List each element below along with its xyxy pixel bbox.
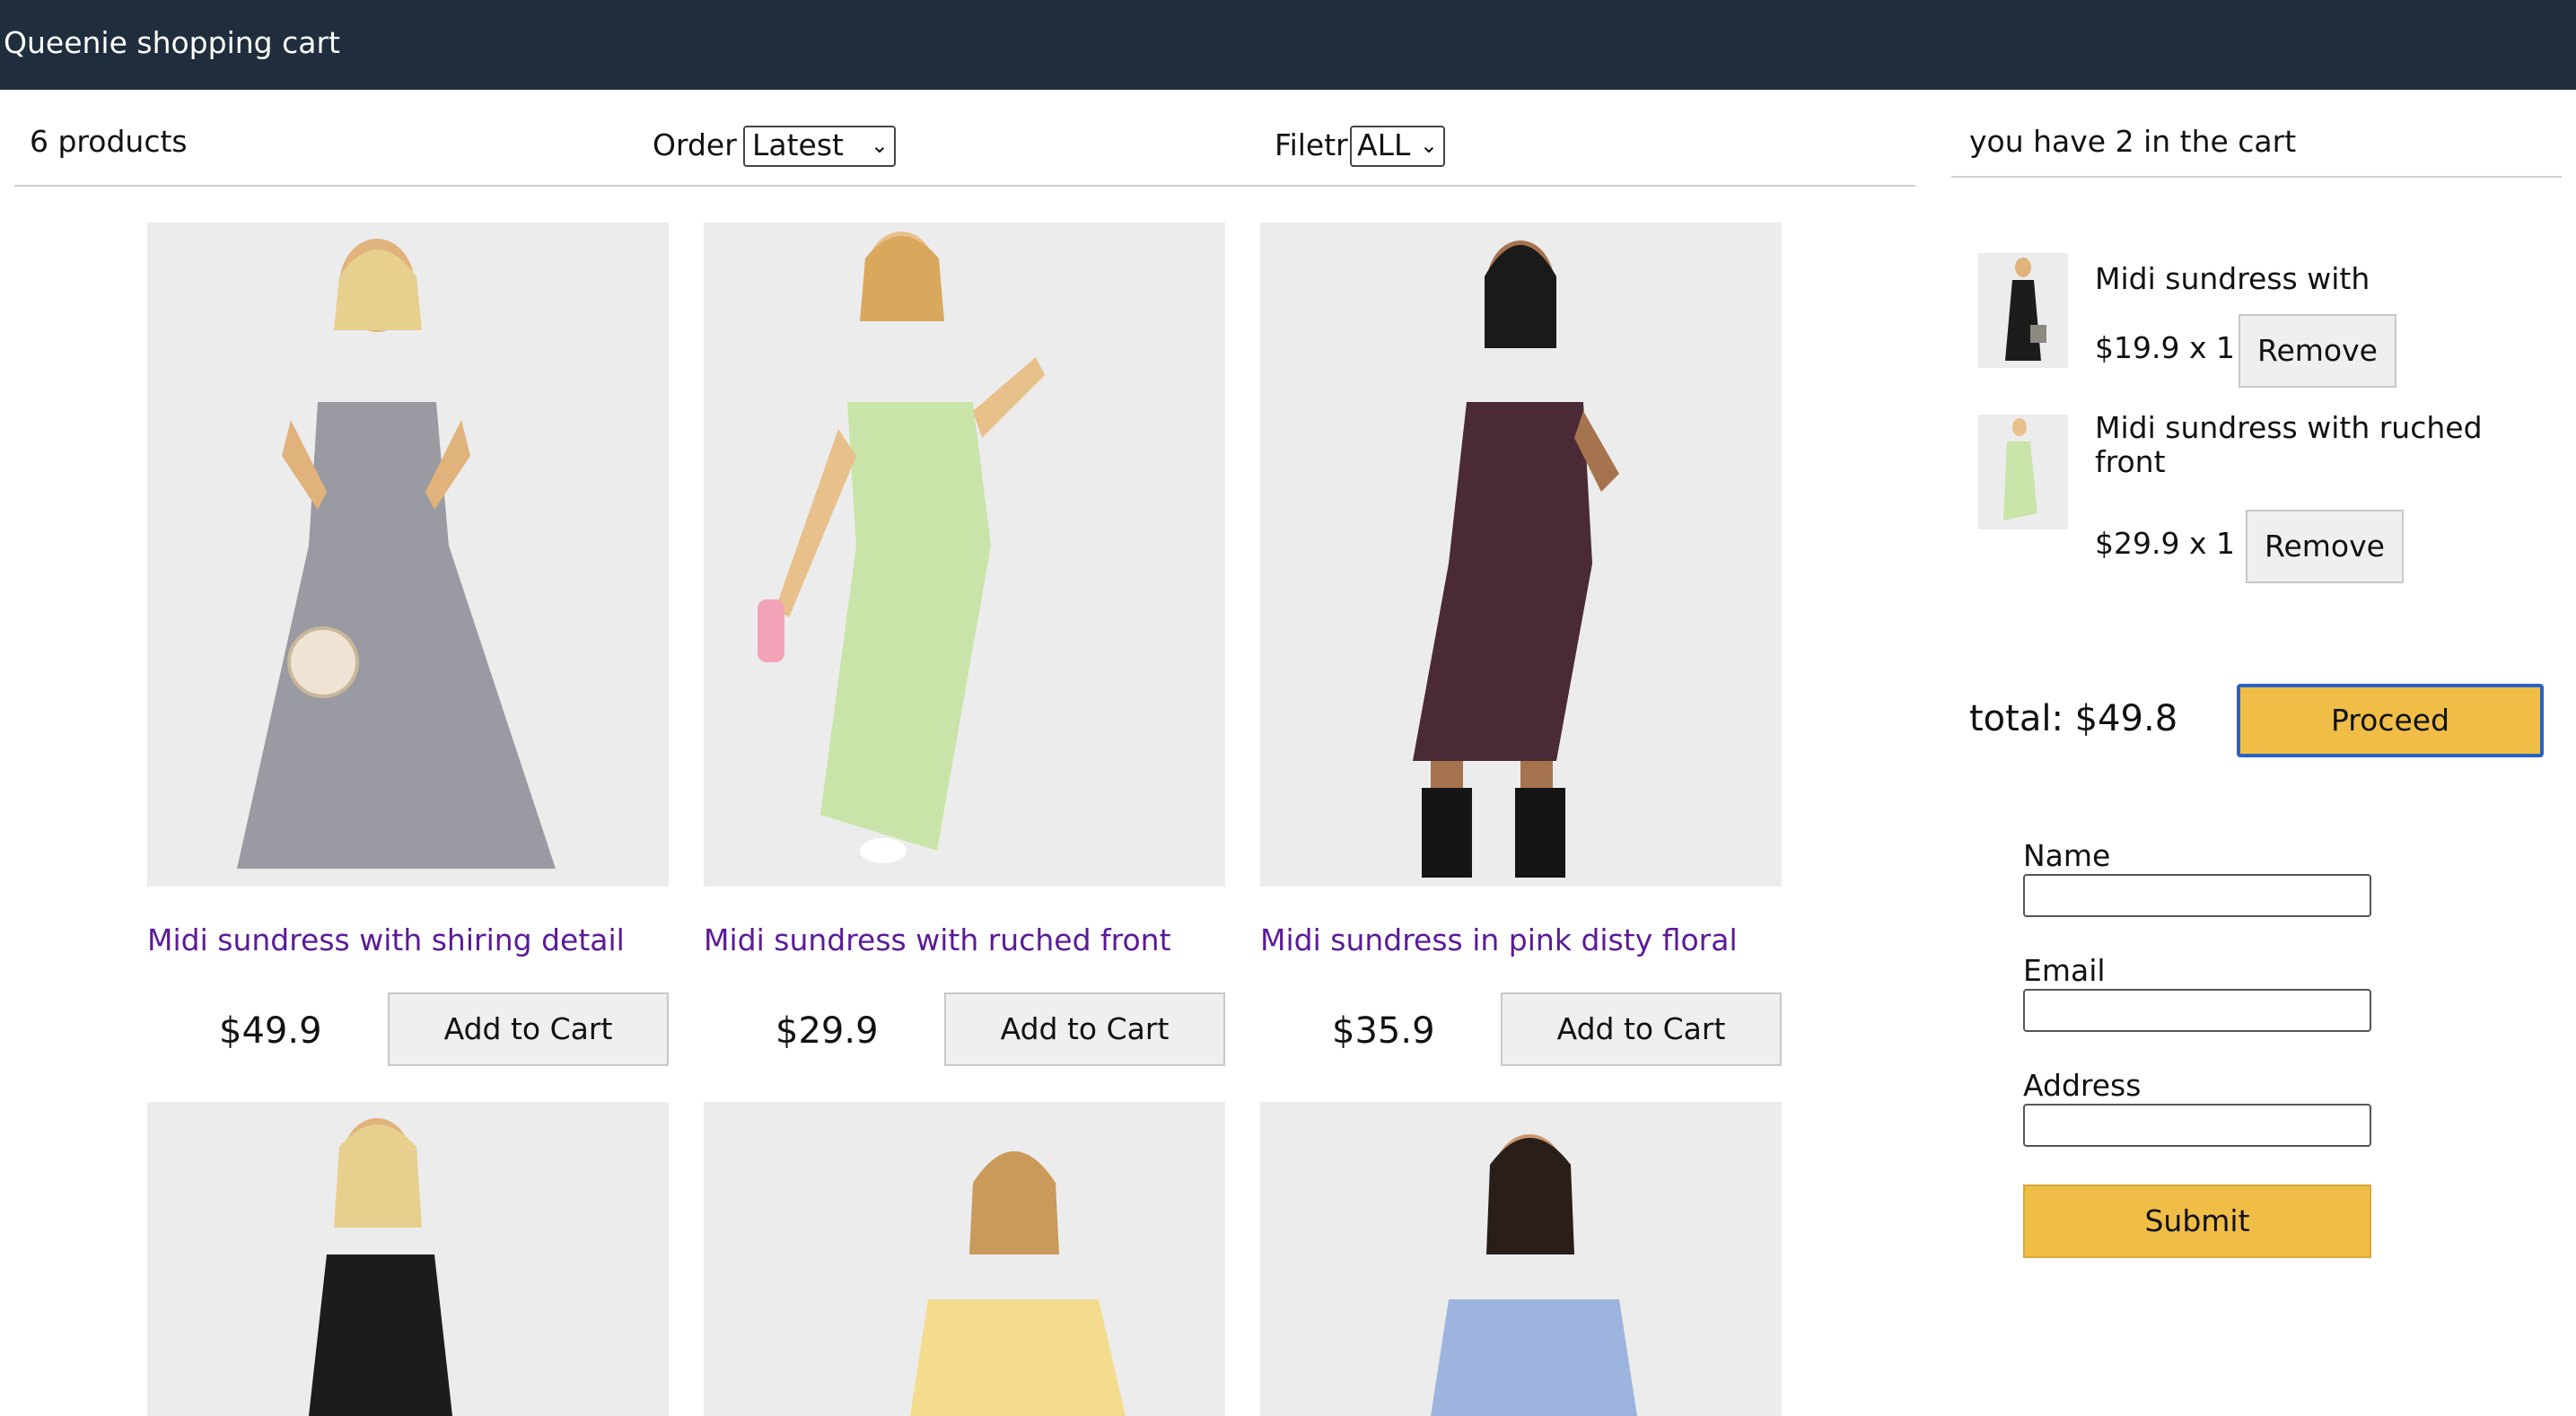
order-selected-value: Latest bbox=[752, 127, 844, 162]
app-title[interactable]: Queenie shopping cart bbox=[4, 25, 340, 60]
remove-button[interactable]: Remove bbox=[2246, 510, 2404, 583]
proceed-button[interactable]: Proceed bbox=[2237, 684, 2544, 757]
product-price: $29.9 bbox=[775, 1010, 879, 1052]
dress-shape bbox=[309, 1254, 452, 1416]
cart-header: you have 2 in the cart bbox=[1951, 108, 2562, 178]
filter-label: Filetr bbox=[1275, 127, 1348, 162]
submit-button[interactable]: Submit bbox=[2023, 1184, 2371, 1258]
name-label: Name bbox=[2023, 838, 2111, 873]
product-price: $35.9 bbox=[1332, 1010, 1435, 1052]
cart-item-name: Midi sundress with ruched front bbox=[2095, 410, 2483, 479]
cart-item-name: Midi sundress with bbox=[2095, 261, 2370, 296]
filter-select[interactable]: ALL ⌄ bbox=[1350, 126, 1445, 167]
dress-shape bbox=[1431, 1299, 1637, 1416]
dress-shape bbox=[910, 1299, 1126, 1416]
cart-item-image bbox=[1978, 415, 2068, 529]
order-select[interactable]: Latest ⌄ bbox=[743, 126, 896, 167]
product-image[interactable] bbox=[1260, 1102, 1782, 1416]
chevron-down-icon: ⌄ bbox=[870, 133, 889, 158]
name-input[interactable] bbox=[2023, 874, 2371, 917]
add-to-cart-button[interactable]: Add to Cart bbox=[388, 992, 669, 1066]
product-image[interactable] bbox=[147, 1102, 669, 1416]
remove-button[interactable]: Remove bbox=[2239, 314, 2396, 388]
add-to-cart-button[interactable]: Add to Cart bbox=[944, 992, 1225, 1066]
product-image[interactable] bbox=[147, 223, 669, 887]
add-to-cart-button[interactable]: Add to Cart bbox=[1501, 992, 1782, 1066]
cart-summary: you have 2 in the cart bbox=[1969, 124, 2297, 159]
products-toolbar: 6 products Order Latest ⌄ Filetr ALL ⌄ bbox=[14, 108, 1915, 187]
product-image[interactable] bbox=[1260, 223, 1782, 887]
email-label: Email bbox=[2023, 953, 2106, 988]
cart-item-image bbox=[1978, 253, 2068, 368]
product-name[interactable]: Midi sundress with ruched front bbox=[704, 922, 1171, 957]
email-input[interactable] bbox=[2023, 989, 2371, 1032]
product-name[interactable]: Midi sundress in pink disty floral bbox=[1260, 922, 1738, 957]
app-header: Queenie shopping cart bbox=[0, 0, 2576, 90]
product-image[interactable] bbox=[704, 1102, 1225, 1416]
filter-selected-value: ALL bbox=[1357, 127, 1411, 162]
chevron-down-icon: ⌄ bbox=[1419, 133, 1438, 158]
address-input[interactable] bbox=[2023, 1104, 2371, 1147]
order-label: Order bbox=[653, 127, 737, 162]
cart-item-price: $29.9 x 1 bbox=[2095, 526, 2235, 561]
cart-item-price: $19.9 x 1 bbox=[2095, 330, 2235, 365]
product-image[interactable] bbox=[704, 223, 1225, 887]
product-price: $49.9 bbox=[219, 1010, 322, 1052]
cart-total: total: $49.8 bbox=[1969, 698, 2178, 739]
address-label: Address bbox=[2023, 1068, 2142, 1103]
product-name[interactable]: Midi sundress with shiring detail bbox=[147, 922, 625, 957]
product-count: 6 products bbox=[30, 124, 188, 159]
